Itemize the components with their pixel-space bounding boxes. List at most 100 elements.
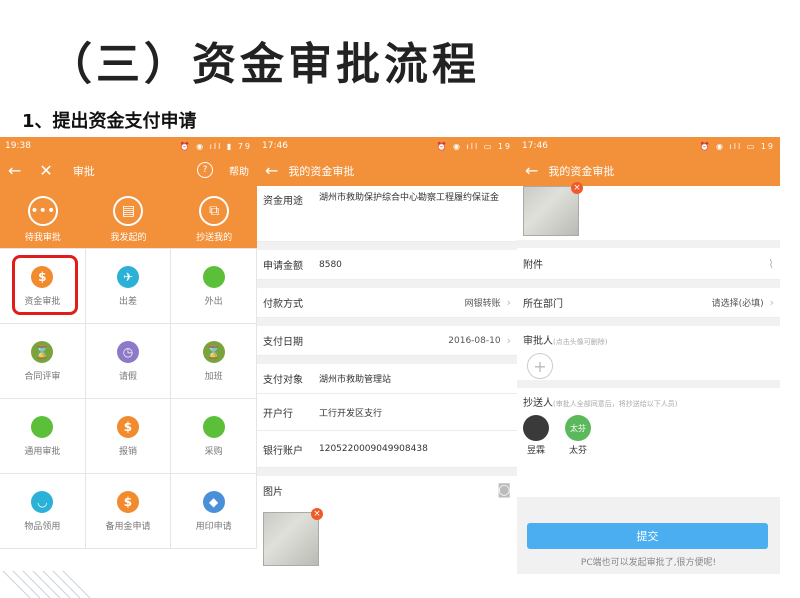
back-arrow-icon[interactable]: ← (525, 161, 538, 180)
grid-item[interactable]: ◷ 请假 (85, 324, 172, 399)
field-images: 图片 ◙ (257, 476, 517, 504)
field-amount[interactable]: 申请金额 8580 (257, 250, 517, 280)
approval-type-grid: $ 资金审批 ✈ 出差 外出 ⌛ 合同评审 ◷ 请假 ⌛ 加班通用审批 $ 报销 采购 ◡ 物品领用 $ 备用金申… (0, 248, 257, 549)
back-arrow-icon[interactable]: ← (265, 161, 278, 180)
battery-level: 79 (237, 141, 252, 151)
field-payee[interactable]: 支付对象 湖州市救助管理站 (257, 364, 517, 394)
cc-hint: (审批人全部同意后，将抄送给以下人员) (553, 400, 678, 408)
back-arrow-icon[interactable]: ← (8, 161, 21, 180)
battery-level: 19 (497, 141, 512, 151)
nav-title: 我的资金审批 (548, 164, 615, 178)
amount-value: 8580 (319, 259, 342, 270)
field-bank[interactable]: 开户行 工行开发区支行 (257, 394, 517, 431)
grid-item-label: 报销 (118, 446, 137, 457)
question-icon[interactable]: ? (197, 162, 213, 178)
tab-initiated[interactable]: ▤ 我发起的 (110, 196, 146, 243)
field-attachment[interactable]: 附件 ⌇ (517, 248, 780, 280)
cc-person[interactable]: 太芬 太芬 (565, 415, 591, 456)
field-payment-method[interactable]: 付款方式 网银转账 › (257, 288, 517, 318)
field-purpose[interactable]: 资金用途 湖州市救助保护综合中心勘察工程履约保证金 (257, 186, 517, 242)
stamp-icon: ◆ (202, 490, 225, 513)
chevron-right-icon: › (769, 296, 774, 309)
footer-hint: PC端也可以发起审批了,很方便呢! (580, 558, 717, 568)
hourglass-icon: ⌛ (202, 340, 225, 363)
copy-icon: ⧉ (199, 196, 230, 226)
grid-item-label: 合同评审 (24, 371, 61, 382)
approver-label: 审批人 (523, 336, 553, 347)
phone-approval-home: 19:38 ⏰ ◉ ıll ▮ 79 ← ✕ 审批 ? 帮助 ••• 待我审批 ▤ 我… (0, 137, 257, 571)
status-time: 19:38 (5, 141, 31, 151)
grid-item[interactable]: $ 资金审批 (0, 249, 86, 324)
globe-icon (31, 415, 54, 438)
add-approver-button[interactable]: + (527, 353, 553, 379)
globe-icon (202, 265, 225, 288)
grid-item[interactable]: 通用审批 (0, 399, 86, 474)
money-bag-icon: $ (116, 490, 139, 513)
hourglass-icon: ⌛ (31, 340, 54, 363)
cc-label: 抄送人 (523, 398, 553, 409)
delete-icon[interactable]: × (311, 508, 323, 520)
help-link[interactable]: 帮助 (229, 163, 249, 178)
signal-icon: ⏰ ◉ ıll ▭ (699, 141, 757, 151)
avatar (523, 415, 549, 441)
grid-item[interactable]: ⌛ 合同评审 (0, 324, 86, 399)
account-value: 1205220009049908438 (319, 444, 428, 454)
paperclip-icon[interactable]: ⌇ (768, 257, 774, 271)
status-bar: 17:46 ⏰ ◉ ıll ▭ 19 (257, 137, 517, 155)
approver-hint: (点击头像可删除) (553, 338, 608, 346)
grid-item-label: 采购 (204, 446, 223, 457)
purpose-value: 湖州市救助保护综合中心勘察工程履约保证金 (319, 193, 500, 203)
nav-bar: ← 我的资金审批 (257, 155, 517, 186)
money-bag-icon: $ (116, 415, 139, 438)
grid-item[interactable]: $ 报销 (85, 399, 172, 474)
grid-item-label: 物品领用 (24, 521, 61, 532)
nav-bar: ← 我的资金审批 (517, 155, 780, 186)
approver-section: 审批人(点击头像可删除) + (517, 326, 780, 380)
plane-icon: ✈ (116, 265, 139, 288)
grid-item[interactable]: ◡ 物品领用 (0, 474, 86, 549)
payment-date-value: 2016-08-10 (448, 335, 501, 346)
grid-item[interactable]: ⌛ 加班 (171, 324, 257, 399)
grid-item-label: 通用审批 (24, 446, 61, 457)
grid-item[interactable]: 外出 (171, 249, 257, 324)
money-bag-icon: $ (31, 265, 54, 288)
status-bar: 17:46 ⏰ ◉ ıll ▭ 19 (517, 137, 780, 155)
submit-button[interactable]: 提交 (527, 523, 768, 549)
image-thumbnail[interactable]: × (263, 508, 323, 566)
globe-icon (202, 415, 225, 438)
signal-icon: ⏰ ◉ ıll ▮ (179, 141, 234, 151)
grid-item-label: 出差 (118, 296, 137, 307)
phone-fund-approval-form: 17:46 ⏰ ◉ ıll ▭ 19 ← 我的资金审批 资金用途 湖州市救助保护… (257, 137, 517, 592)
battery-level: 19 (760, 141, 775, 151)
field-department[interactable]: 所在部门 请选择(必填) › (517, 288, 780, 318)
grid-item[interactable]: ✈ 出差 (85, 249, 172, 324)
grid-item[interactable]: ◆ 用印申请 (171, 474, 257, 549)
delete-icon[interactable]: × (571, 182, 583, 194)
grid-item[interactable]: $ 备用金申请 (85, 474, 172, 549)
grid-item-label: 外出 (204, 296, 223, 307)
tab-cc-to-me[interactable]: ⧉ 抄送我的 (196, 196, 232, 243)
image-thumbnail[interactable]: × (523, 182, 583, 236)
payment-method-value: 网银转账 (464, 299, 501, 309)
more-icon: ••• (27, 196, 58, 226)
bank-value: 工行开发区支行 (319, 408, 383, 419)
status-bar: 19:38 ⏰ ◉ ıll ▮ 79 (0, 137, 257, 155)
nav-bar: ← ✕ 审批 ? 帮助 (0, 155, 257, 186)
field-payment-date[interactable]: 支付日期 2016-08-10 › (257, 326, 517, 356)
payee-value: 湖州市救助管理站 (319, 375, 392, 385)
nav-title: 我的资金审批 (288, 164, 355, 178)
grid-item[interactable]: 采购 (171, 399, 257, 474)
slide-title: （三）资金审批流程 (48, 39, 480, 90)
cc-section: 抄送人(审批人全部同意后，将抄送给以下人员) 昱霖 太芬 太芬 (517, 388, 780, 466)
department-value: 请选择(必填) (711, 299, 764, 309)
close-icon[interactable]: ✕ (39, 161, 52, 180)
document-icon: ▤ (113, 196, 144, 226)
field-account[interactable]: 银行账户 1205220009049908438 (257, 431, 517, 468)
tab-pending-approval[interactable]: ••• 待我审批 (25, 196, 61, 243)
grid-item-label: 加班 (204, 371, 223, 382)
camera-icon[interactable]: ◙ (497, 482, 511, 498)
status-time: 17:46 (262, 141, 288, 151)
grid-item-label: 请假 (118, 371, 137, 382)
cc-person[interactable]: 昱霖 (523, 415, 549, 456)
chevron-right-icon: › (506, 334, 511, 347)
